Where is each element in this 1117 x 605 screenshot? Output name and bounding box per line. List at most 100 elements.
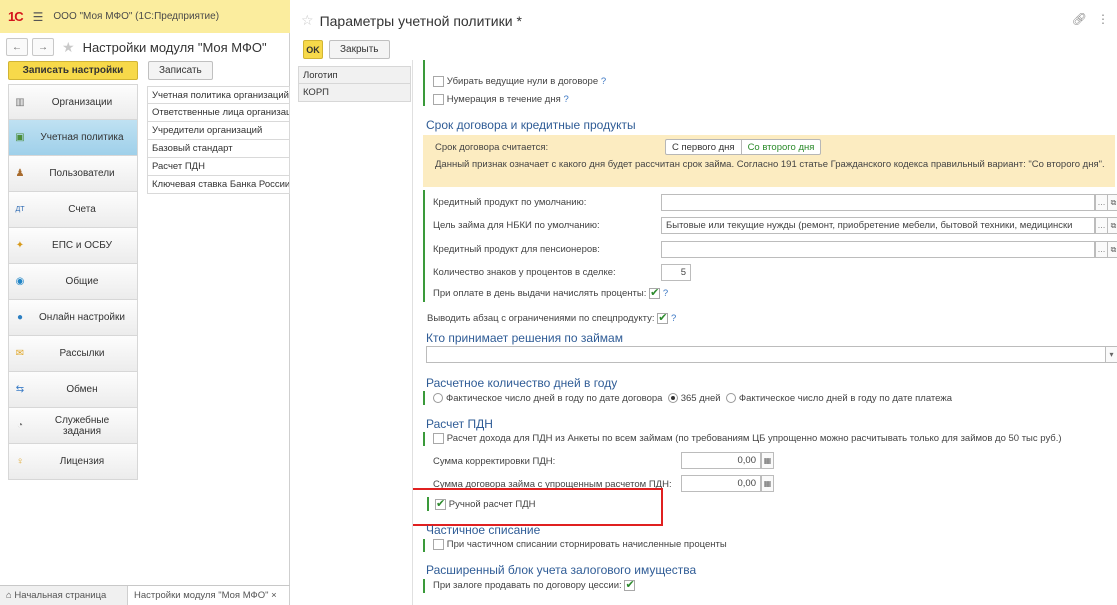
- subsection-item[interactable]: Учетная политика организаций: [147, 86, 290, 104]
- forward-button[interactable]: →: [32, 38, 54, 56]
- help-icon[interactable]: ?: [601, 76, 606, 87]
- option-special-paragraph: Выводить абзац с ограничениями по спецпр…: [427, 311, 676, 324]
- help-icon[interactable]: ?: [564, 94, 569, 105]
- calculator-icon[interactable]: ▦: [761, 452, 774, 469]
- day-numbering-checkbox[interactable]: [433, 94, 444, 105]
- save-button[interactable]: Записать: [148, 61, 213, 80]
- term-toggle: С первого дня Со второго дня: [665, 139, 822, 155]
- group-marker: [423, 190, 425, 302]
- help-icon[interactable]: ?: [671, 313, 676, 324]
- section-exchange[interactable]: ⇆ Обмен: [8, 372, 138, 408]
- section-general[interactable]: ◉ Общие: [8, 264, 138, 300]
- term-first-day-option[interactable]: С первого дня: [666, 140, 741, 154]
- more-icon[interactable]: ⋮: [1097, 12, 1109, 26]
- open-icon[interactable]: ⧉: [1107, 194, 1117, 211]
- form-toolbar: OK Закрыть: [303, 40, 390, 59]
- arrow-right-icon: →: [38, 41, 48, 53]
- option-partial-storno: При частичном списании сторнировать начи…: [433, 539, 727, 550]
- section-accounts[interactable]: ДТ Счета: [8, 192, 138, 228]
- section-organizations[interactable]: ▥ Организации: [8, 84, 138, 120]
- section-users[interactable]: ♟ Пользователи: [8, 156, 138, 192]
- subsection-list: Учетная политика организаций Ответственн…: [147, 86, 290, 194]
- favorite-star-icon[interactable]: ☆: [301, 12, 314, 29]
- days-365-radio[interactable]: [667, 393, 678, 404]
- close-button[interactable]: Закрыть: [329, 40, 390, 59]
- days-actual-contract-radio[interactable]: [433, 393, 443, 404]
- decisions-field[interactable]: [426, 346, 1109, 363]
- group-marker: [423, 432, 425, 446]
- section-license[interactable]: ♀ Лицензия: [8, 444, 138, 480]
- credit-product-field[interactable]: [661, 194, 1095, 211]
- decimals-field[interactable]: 5: [661, 264, 691, 281]
- option-pdn-income: Расчет дохода для ПДН из Анкеты по всем …: [433, 433, 1062, 444]
- partial-storno-checkbox[interactable]: [433, 539, 444, 550]
- tab-korp[interactable]: КОРП: [298, 84, 411, 102]
- tab-logo[interactable]: Логотип: [298, 66, 411, 84]
- back-button[interactable]: ←: [6, 38, 28, 56]
- section-eps-osbu[interactable]: ✦ ЕПС и ОСБУ: [8, 228, 138, 264]
- group-marker: [423, 60, 425, 106]
- section-pdn-title: Расчет ПДН: [426, 417, 493, 431]
- policy-icon: ▣: [15, 132, 25, 143]
- subsection-item[interactable]: Учредители организаций: [147, 122, 290, 140]
- jobs-icon: ◔: [16, 420, 24, 431]
- window-tabs: ⌂ Начальная страница Настройки модуля "М…: [0, 585, 290, 605]
- group-marker: [423, 539, 425, 552]
- dropdown-button[interactable]: ▾: [1105, 346, 1117, 363]
- highlight-frame: [413, 488, 663, 526]
- favorite-star-icon[interactable]: ★: [62, 39, 75, 56]
- subsection-item[interactable]: Базовый стандарт: [147, 140, 290, 158]
- subsection-item[interactable]: Ответственные лица организаций: [147, 104, 290, 122]
- general-icon: ◉: [15, 276, 25, 287]
- term-second-day-option[interactable]: Со второго дня: [740, 140, 821, 154]
- calculator-icon[interactable]: ▦: [761, 475, 774, 492]
- license-icon: ♀: [16, 456, 24, 467]
- days-actual-payment-radio[interactable]: [725, 393, 736, 404]
- pdn-income-checkbox[interactable]: [433, 433, 444, 444]
- link-icon[interactable]: 🔗︎: [1072, 12, 1087, 26]
- eps-icon: ✦: [15, 240, 25, 251]
- form-title-bar: ☆ Параметры учетной политики *: [301, 12, 522, 29]
- section-accounting-policy[interactable]: ▣ Учетная политика: [8, 120, 138, 156]
- term-panel: Срок договора считается: С первого дня С…: [423, 135, 1115, 187]
- app-title: ООО "Моя МФО" (1С:Предприятие): [53, 11, 220, 22]
- logo-1c: 1С: [8, 9, 24, 24]
- section-service-jobs[interactable]: ◔ Служебные задания: [8, 408, 138, 444]
- nbki-purpose-field[interactable]: Бытовые или текущие нужды (ремонт, приоб…: [661, 217, 1095, 234]
- policy-form-window: ☆ Параметры учетной политики * 🔗︎ ⋮ OK З…: [291, 0, 1117, 605]
- accrue-interest-checkbox[interactable]: [649, 286, 661, 299]
- save-settings-button[interactable]: Записать настройки: [8, 61, 138, 80]
- section-online-settings[interactable]: ● Онлайн настройки: [8, 300, 138, 336]
- open-icon[interactable]: ⧉: [1107, 241, 1117, 258]
- special-paragraph-checkbox[interactable]: [657, 311, 669, 324]
- pdn-correction-field[interactable]: 0,00: [681, 452, 761, 469]
- module-window: 1С ☰ ООО "Моя МФО" (1С:Предприятие) ← → …: [0, 0, 290, 605]
- building-icon: ▥: [15, 96, 25, 108]
- section-list: ▥ Организации ▣ Учетная политика ♟ Польз…: [8, 84, 138, 480]
- remove-zeros-checkbox[interactable]: [433, 76, 444, 87]
- tab-home[interactable]: ⌂ Начальная страница: [0, 586, 128, 605]
- online-icon: ●: [16, 312, 24, 323]
- module-toolbar: Записать настройки Записать: [8, 61, 213, 81]
- section-decisions-title: Кто принимает решения по займам: [426, 331, 623, 345]
- arrow-left-icon: ←: [12, 41, 22, 53]
- section-days-title: Расчетное количество дней в году: [426, 376, 618, 390]
- close-icon[interactable]: ×: [271, 590, 277, 601]
- ok-button[interactable]: OK: [303, 40, 323, 59]
- subsection-item[interactable]: Ключевая ставка Банка России: [147, 176, 290, 194]
- pension-product-field[interactable]: [661, 241, 1095, 258]
- main-menu-icon[interactable]: ☰: [33, 10, 44, 24]
- app-title-bar: 1С ☰ ООО "Моя МФО" (1С:Предприятие): [0, 0, 290, 33]
- collateral-cession-checkbox[interactable]: [624, 578, 636, 591]
- term-note: Данный признак означает с какого дня буд…: [435, 159, 1105, 170]
- mail-icon: ✉: [15, 348, 25, 359]
- open-icon[interactable]: ⧉: [1107, 217, 1117, 234]
- section-mailings[interactable]: ✉ Рассылки: [8, 336, 138, 372]
- option-accrue-interest: При оплате в день выдачи начислять проце…: [433, 286, 668, 299]
- help-icon[interactable]: ?: [663, 288, 668, 299]
- accounts-icon: ДТ: [15, 206, 25, 213]
- pdn-simplified-field[interactable]: 0,00: [681, 475, 761, 492]
- module-title: Настройки модуля "Моя МФО": [82, 39, 267, 55]
- subsection-item[interactable]: Расчет ПДН: [147, 158, 290, 176]
- tab-module-settings[interactable]: Настройки модуля "Моя МФО" ×: [128, 586, 290, 605]
